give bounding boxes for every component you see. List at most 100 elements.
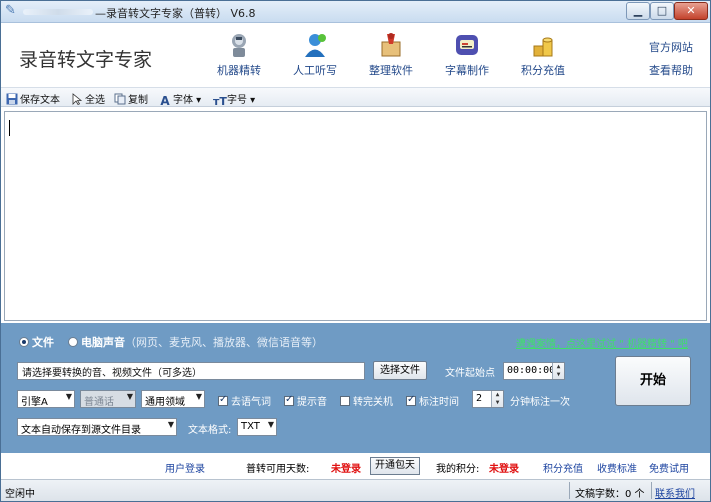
header: 录音转文字专家 机器精转 人工听写 整理软件 字幕制作 积分充值 官方网站 查看… [1,24,710,86]
coins-icon [533,37,553,57]
remove-filler-checkbox[interactable]: 去语气词 [218,393,271,408]
nav-manual-dictation[interactable]: 人工听写 [283,32,347,82]
domain-select[interactable]: 通用领域 ▼ [141,390,205,408]
source-file-radio[interactable]: 文件 [19,334,54,350]
contact-us-link[interactable]: 联系我们 [655,485,695,500]
mark-time-checkbox[interactable]: 标注时间 [406,393,459,408]
chevron-down-icon: ▾ [193,95,202,106]
title-prefix-blur [23,9,93,15]
user-login-link[interactable]: 用户登录 [165,460,205,475]
control-panel: 文件 电脑声音（网页、麦克风、播放器、微信语音等） 遭遇案情，点这里试试 " 机… [1,323,710,453]
account-info-bar: 用户登录 普转可用天数: 未登录 开通包天 我的积分: 未登录 积分充值 收费标… [1,454,710,478]
option-label: 转完关机 [353,397,393,408]
transcript-editor[interactable] [4,111,707,321]
minimize-icon: ▁ [633,4,643,17]
dialect-select: 普通话 ▼ [80,390,136,408]
app-window: ✎ —录音转文字专家（普转） V6.8 ▁ □ ✕ 录音转文字专家 机器精转 人… [0,0,711,502]
save-mode-select[interactable]: 文本自动保存到源文件目录 ▼ [17,418,177,436]
interval-spinner[interactable]: 2 ▲ ▼ [472,390,504,408]
close-button[interactable]: ✕ [674,2,708,20]
engine-select[interactable]: 引擎A ▼ [17,390,75,408]
floppy-disk-icon [6,93,18,105]
source-pc-label: 电脑声音 [81,336,125,349]
start-point-value: 00:00:00 [507,365,556,376]
chevron-down-icon: ▼ [267,420,274,429]
format-value: TXT [241,421,260,432]
minimize-button[interactable]: ▁ [626,2,650,20]
choose-file-button[interactable]: 选择文件 [373,361,427,380]
maximize-icon: □ [656,4,668,17]
spinner-arrows-icon[interactable]: ▲ ▼ [552,363,564,379]
file-path-input[interactable] [17,362,365,380]
checkbox-box [284,394,294,406]
prompt-sound-checkbox[interactable]: 提示音 [284,393,327,408]
nav-subtitle-making[interactable]: 字幕制作 [435,32,499,82]
shutdown-after-checkbox[interactable]: 转完关机 [340,393,393,408]
clipboard-icon [381,33,401,57]
start-point-label: 文件起始点 [445,368,495,379]
app-feather-icon: ✎ [5,3,16,18]
status-text: 空闲中 [5,489,35,500]
title-bar[interactable]: ✎ —录音转文字专家（普转） V6.8 ▁ □ ✕ [1,1,710,23]
chevron-down-icon: ▼ [65,392,72,401]
font-size-icon: ᴛT [213,95,227,108]
option-label: 去语气词 [231,397,271,408]
nav-label: 字幕制作 [445,64,489,77]
chevron-down-icon: ▼ [167,420,174,429]
status-divider [569,482,570,499]
help-link[interactable]: 查看帮助 [649,62,693,78]
close-icon: ✕ [686,4,696,17]
font-size-label: 字号 [227,95,247,106]
checkbox-box [340,396,350,406]
recharge-link[interactable]: 积分充值 [543,460,583,475]
checkbox-box [406,394,416,406]
maximize-button[interactable]: □ [650,2,674,20]
font-dropdown[interactable]: A 字体 ▾ [159,91,201,107]
font-size-dropdown[interactable]: ᴛT字号 ▾ [213,91,255,108]
format-select[interactable]: TXT ▼ [237,418,277,436]
window-title: —录音转文字专家（普转） V6.8 [95,7,256,20]
save-text-label: 保存文本 [20,95,60,106]
spinner-arrows-icon[interactable]: ▲ ▼ [491,391,503,407]
source-pc-hint: （网页、麦克风、播放器、微信语音等） [125,336,323,349]
points-value: 未登录 [489,464,519,475]
robot-icon [232,34,246,57]
free-trial-link[interactable]: 免费试用 [649,460,689,475]
nav-points-recharge[interactable]: 积分充值 [511,32,575,82]
domain-value: 通用领域 [145,397,185,408]
open-package-button[interactable]: 开通包天 [370,457,420,475]
font-label: 字体 [173,95,193,106]
word-count: 文稿字数：0 个 [575,489,645,500]
engine-value: 引擎A [21,397,48,408]
radio-dot [19,337,29,347]
source-file-label: 文件 [32,336,54,349]
select-all-label: 全选 [85,95,105,106]
points-label: 我的积分: [436,464,480,475]
person-icon [305,34,326,57]
nav-machine-transcribe[interactable]: 机器精转 [207,32,271,82]
save-text-button[interactable]: 保存文本 [6,91,60,106]
nav-label: 积分充值 [521,64,565,77]
status-divider [651,482,652,499]
copy-button[interactable]: 复制 [114,91,148,106]
font-a-icon: A [160,94,170,108]
nav-organize-software[interactable]: 整理软件 [359,32,423,82]
nav-label: 机器精转 [217,64,261,77]
option-label: 提示音 [297,397,327,408]
select-all-button[interactable]: 全选 [71,91,105,106]
interval-label: 分钟标注一次 [510,397,570,408]
dialect-value: 普通话 [84,397,114,408]
start-button[interactable]: 开始 [615,356,691,406]
chevron-down-icon: ▼ [126,392,133,401]
nav-label: 人工听写 [293,64,337,77]
pricing-link[interactable]: 收费标准 [597,460,637,475]
source-pc-audio-radio[interactable]: 电脑声音（网页、麦克风、播放器、微信语音等） [68,334,323,350]
toolbar: 保存文本 全选 复制 A 字体 ▾ ᴛT字号 ▾ [1,87,710,108]
official-site-link[interactable]: 官方网站 [649,39,693,55]
chevron-down-icon: ▾ [247,95,256,106]
start-point-spinner[interactable]: 00:00:00 ▲ ▼ [503,362,565,380]
machine-transcribe-tip-link[interactable]: 遭遇案情，点这里试试 " 机器精转 " 吧 [516,335,688,350]
format-label: 文本格式: [188,425,232,436]
copy-icon [114,93,126,105]
text-caret [9,120,10,136]
